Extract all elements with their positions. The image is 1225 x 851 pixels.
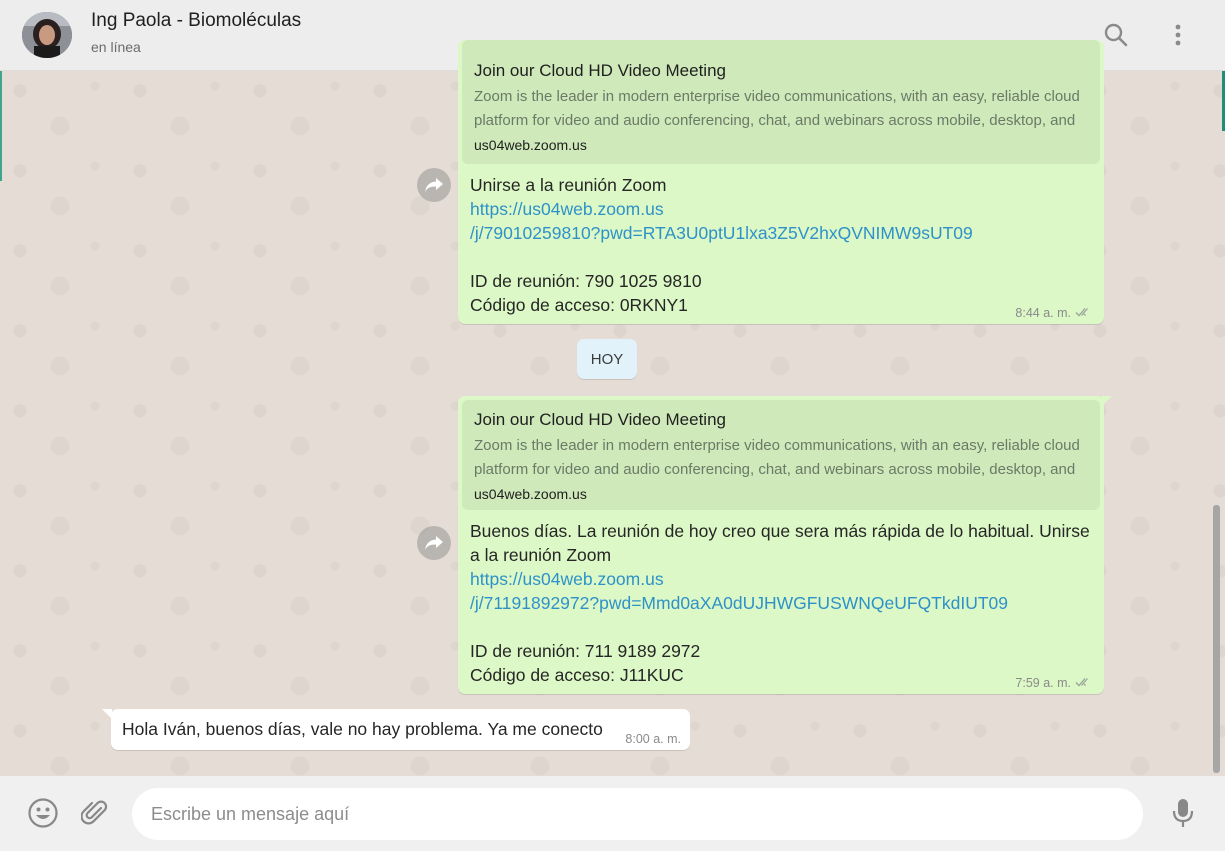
microphone-icon[interactable]	[1166, 796, 1200, 830]
contact-status: en línea	[91, 39, 141, 55]
avatar[interactable]	[22, 12, 72, 58]
message-meta: 8:44 a. m.	[1015, 306, 1092, 320]
forward-icon[interactable]	[417, 526, 451, 560]
link-preview[interactable]: Join our Cloud HD Video Meeting Zoom is …	[462, 40, 1100, 164]
message-text: Unirse a la reunión Zoom https://us04web…	[470, 175, 973, 315]
link-preview-description: Zoom is the leader in modern enterprise …	[474, 88, 1080, 129]
panel-edge	[0, 71, 2, 181]
outgoing-message[interactable]: Join our Cloud HD Video Meeting Zoom is …	[458, 40, 1104, 324]
menu-icon[interactable]	[1163, 20, 1193, 50]
search-icon[interactable]	[1101, 20, 1131, 50]
attach-icon[interactable]	[78, 796, 112, 830]
message-text: Buenos días. La reunión de hoy creo que …	[470, 521, 1090, 685]
meeting-link[interactable]: https://us04web.zoom.us /j/71191892972?p…	[470, 567, 1090, 615]
outgoing-message[interactable]: Join our Cloud HD Video Meeting Zoom is …	[458, 396, 1104, 694]
message-input[interactable]: Escribe un mensaje aquí	[132, 788, 1143, 840]
chat-scrollbar[interactable]	[1213, 505, 1220, 773]
message-composer-bar: Escribe un mensaje aquí	[0, 776, 1225, 851]
incoming-message[interactable]: Hola Iván, buenos días, vale no hay prob…	[111, 709, 690, 750]
link-preview-description: Zoom is the leader in modern enterprise …	[474, 437, 1080, 478]
message-time: 7:59 a. m.	[1015, 676, 1071, 690]
double-check-icon	[1075, 676, 1092, 690]
message-time: 8:00 a. m.	[625, 732, 681, 746]
link-preview-domain: us04web.zoom.us	[474, 137, 587, 153]
message-text: Hola Iván, buenos días, vale no hay prob…	[122, 719, 603, 739]
link-preview-title: Join our Cloud HD Video Meeting	[474, 410, 726, 429]
link-preview-title: Join our Cloud HD Video Meeting	[474, 61, 726, 80]
contact-name[interactable]: Ing Paola - Biomoléculas	[91, 10, 301, 32]
date-divider: HOY	[577, 339, 637, 379]
forward-icon[interactable]	[417, 168, 451, 202]
message-time: 8:44 a. m.	[1015, 306, 1071, 320]
link-preview[interactable]: Join our Cloud HD Video Meeting Zoom is …	[462, 400, 1100, 510]
meeting-link[interactable]: https://us04web.zoom.us /j/79010259810?p…	[470, 197, 973, 245]
link-preview-domain: us04web.zoom.us	[474, 486, 587, 502]
emoji-icon[interactable]	[26, 796, 60, 830]
double-check-icon	[1075, 306, 1092, 320]
message-meta: 7:59 a. m.	[1015, 676, 1092, 690]
